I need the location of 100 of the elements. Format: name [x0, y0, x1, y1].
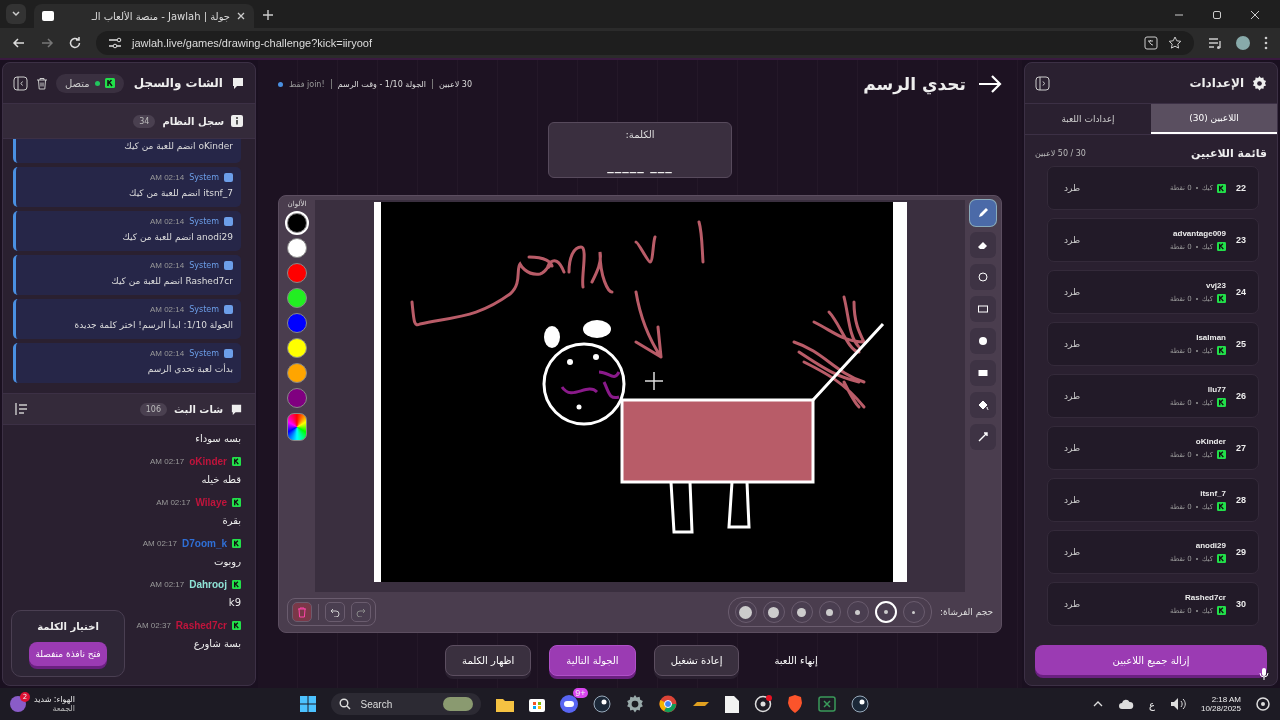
chat-bubble-icon	[231, 76, 245, 90]
brush-size-button[interactable]	[819, 601, 841, 623]
chevron-up-icon[interactable]	[1093, 699, 1103, 709]
clock-date: 10/28/2025	[1200, 704, 1241, 713]
collapse-panel-icon[interactable]	[13, 75, 28, 91]
kick-button[interactable]: طرد	[1060, 335, 1085, 353]
kick-button[interactable]: طرد	[1060, 283, 1085, 301]
forward-icon[interactable]	[40, 36, 54, 50]
action-button[interactable]: إنهاء اللعبة	[757, 645, 835, 676]
tab-list-button[interactable]	[6, 4, 26, 24]
color-swatch[interactable]	[287, 213, 307, 233]
color-swatch[interactable]	[287, 388, 307, 408]
undo-button[interactable]	[325, 602, 345, 622]
kick-button[interactable]: طرد	[1060, 231, 1085, 249]
notification-bell-icon[interactable]	[1256, 697, 1270, 711]
panel-tab[interactable]: اللاعبين (30)	[1151, 104, 1277, 134]
kick-button[interactable]: طرد	[1060, 543, 1085, 561]
brush-size-label: حجم الفرشاة:	[940, 607, 993, 617]
back-icon[interactable]	[12, 36, 26, 50]
settings-icon[interactable]	[625, 695, 644, 713]
filled-rect-tool-button[interactable]	[970, 360, 996, 386]
brush-size-button[interactable]	[763, 601, 785, 623]
color-picker[interactable]	[287, 413, 307, 441]
action-button[interactable]: إعادة تشغيل	[653, 645, 740, 676]
browser-icon[interactable]	[658, 695, 677, 713]
color-swatch[interactable]	[287, 363, 307, 383]
filter-icon[interactable]	[15, 403, 28, 415]
taskbar-search-field[interactable]: Search	[330, 693, 481, 715]
windows-start-icon[interactable]	[299, 696, 316, 712]
panel-tab[interactable]: إعدادات اللعبة	[1025, 104, 1151, 134]
action-button[interactable]: اظهار الكلمة	[445, 645, 532, 676]
player-rank: 28	[1236, 495, 1246, 505]
game-info: 30 لاعبين	[439, 79, 472, 89]
speaker-icon[interactable]	[1169, 697, 1186, 711]
input-language[interactable]: ع	[1149, 698, 1155, 710]
browser-tab[interactable]: جولة | Jawlah - منصة الألعاب الـ	[34, 4, 254, 28]
game-controller-icon[interactable]	[559, 695, 578, 713]
microphone-icon[interactable]	[1259, 667, 1269, 681]
letter-k-icon	[232, 580, 241, 589]
message-text: Rashed7cr انضم للعبة من كيك	[110, 276, 233, 286]
cloud-icon[interactable]	[1118, 698, 1134, 710]
pen-tool-button[interactable]	[970, 200, 996, 226]
search-input[interactable]: Search	[358, 697, 435, 711]
brush-size-button[interactable]	[791, 601, 813, 623]
game-title: تحدي الرسم	[863, 74, 966, 94]
bot-icon	[224, 261, 233, 270]
open-window-button[interactable]: فتح نافذة منفصلة	[29, 642, 107, 666]
color-swatch[interactable]	[287, 338, 307, 358]
close-icon[interactable]	[236, 11, 246, 21]
eraser-tool-button[interactable]	[970, 232, 996, 258]
clear-canvas-button[interactable]	[292, 602, 312, 622]
kick-button[interactable]: طرد	[1060, 439, 1085, 457]
letter-k-icon	[232, 621, 241, 630]
filled-circle-tool-button[interactable]	[970, 328, 996, 354]
store-bag-icon[interactable]	[528, 696, 545, 712]
settings-icon[interactable]	[1252, 75, 1267, 91]
new-tab-icon[interactable]	[262, 9, 274, 21]
media-icon[interactable]	[1208, 36, 1222, 50]
brush-size-button[interactable]	[847, 601, 869, 623]
color-swatch[interactable]	[287, 238, 307, 258]
trash-icon[interactable]	[36, 76, 48, 90]
system-clock[interactable]: 2:18 AM 10/28/2025	[1200, 695, 1241, 713]
brush-size-button[interactable]	[735, 601, 757, 623]
color-swatch[interactable]	[287, 288, 307, 308]
kick-button[interactable]: طرد	[1060, 595, 1085, 613]
line-icon	[977, 431, 989, 443]
document-icon[interactable]	[724, 695, 739, 713]
app-icon[interactable]	[592, 695, 611, 713]
kick-button[interactable]: طرد	[1060, 491, 1085, 509]
app-icon[interactable]	[691, 699, 710, 709]
translate-icon[interactable]	[1144, 36, 1158, 50]
message-time: AM 02:14	[149, 173, 185, 182]
cow-sketch-drawing[interactable]	[373, 202, 907, 582]
kick-button[interactable]: طرد	[1060, 387, 1085, 405]
message-time: AM 02:14	[149, 305, 185, 314]
sender-name: System	[189, 305, 219, 314]
reload-icon[interactable]	[68, 36, 82, 50]
circle-tool-button[interactable]	[970, 264, 996, 290]
app-icon[interactable]	[850, 695, 869, 713]
message-time: AM 02:17	[156, 498, 191, 507]
color-swatch[interactable]	[287, 313, 307, 333]
folder-icon[interactable]	[495, 696, 514, 712]
shield-icon[interactable]	[786, 695, 803, 713]
site-settings-icon[interactable]	[108, 37, 122, 49]
player-rank: 23	[1236, 235, 1246, 245]
star-icon[interactable]	[1168, 36, 1182, 50]
address-bar[interactable]: jawlah.live/games/drawing-challenge?kick=iiryoof	[96, 31, 1194, 55]
line-tool-button[interactable]	[970, 424, 996, 450]
collapse-panel-icon[interactable]	[1035, 75, 1050, 91]
menu-icon[interactable]	[1264, 36, 1268, 50]
bucket-tool-button[interactable]	[970, 392, 996, 418]
next-round-button[interactable]: الجولة التالية	[549, 645, 636, 676]
restore-icon[interactable]	[1212, 10, 1222, 20]
remove-all-players-button[interactable]: إزالة جميع اللاعبين	[1035, 645, 1267, 675]
color-swatch[interactable]	[287, 263, 307, 283]
close-icon[interactable]	[1250, 10, 1260, 20]
rect-tool-button[interactable]	[970, 296, 996, 322]
profile-avatar[interactable]	[1236, 36, 1250, 50]
kick-button[interactable]: طرد	[1060, 179, 1085, 197]
arrow-right-icon[interactable]	[978, 75, 1002, 93]
